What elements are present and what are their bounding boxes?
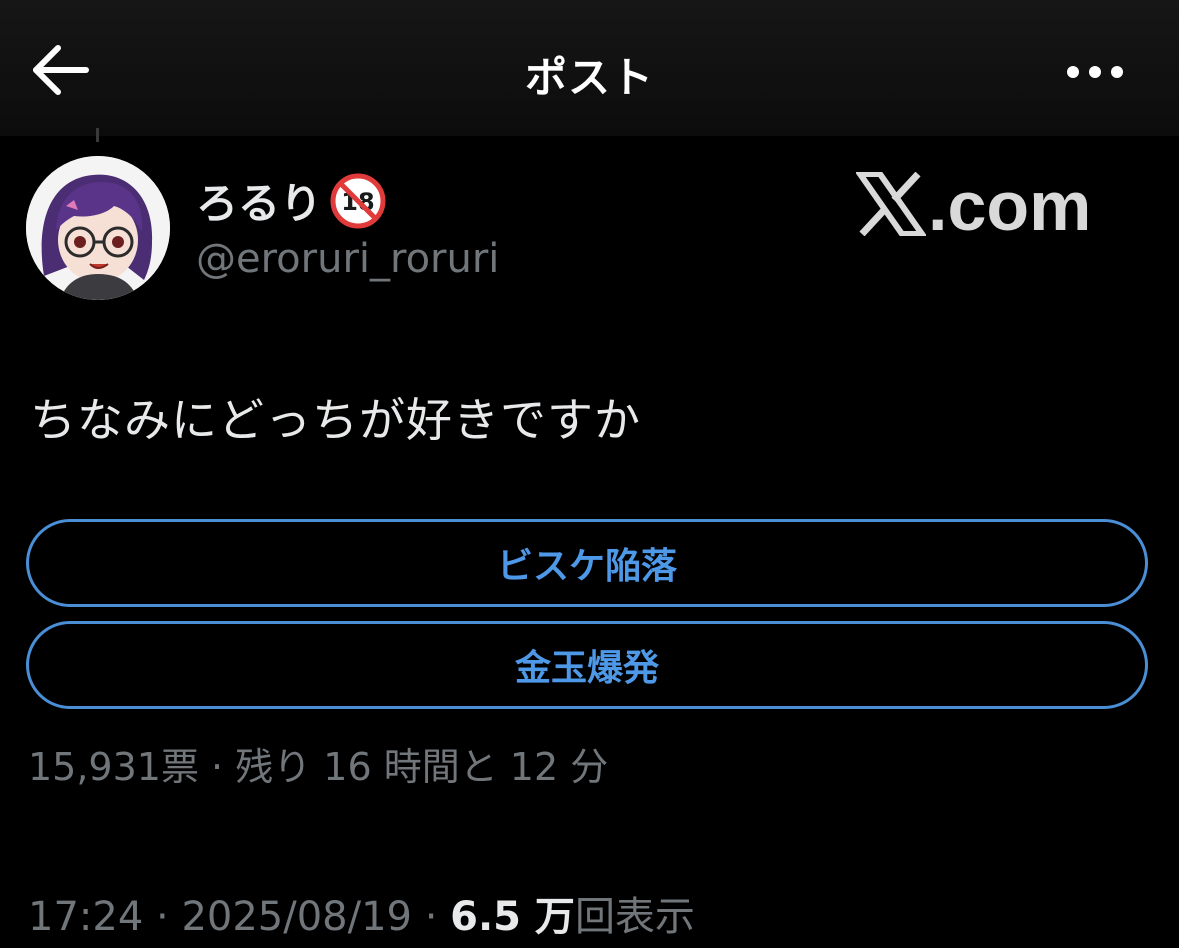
author-handle[interactable]: @eroruri_roruri [196,236,499,282]
thread-connector-line [96,128,99,142]
watermark-text: .com [928,167,1092,245]
poll-option-2[interactable]: 金玉爆発 [26,621,1148,709]
poll-option-label: 金玉爆発 [514,648,659,689]
separator: · [156,894,169,940]
author-display-name[interactable]: ろるり 18 [196,170,386,231]
x-logo-icon [856,172,926,236]
views-label: 回表示 [574,894,695,940]
post-date[interactable]: 2025/08/19 [181,894,412,940]
avatar[interactable] [26,156,170,300]
separator: · [424,894,438,940]
post-text: ちなみにどっちが好きですか [30,393,641,447]
poll-option-label: ビスケ陥落 [496,546,677,587]
poll-status: 15,931票 · 残り 16 時間と 12 分 [28,745,609,789]
poll-option-1[interactable]: ビスケ陥落 [26,519,1148,607]
page-title: ポスト [524,53,654,102]
more-horizontal-icon [1067,66,1123,78]
more-options-button[interactable] [1060,52,1130,92]
post-time[interactable]: 17:24 [28,894,143,940]
no-under-18-icon: 18 [330,173,386,228]
avatar-image [26,156,170,300]
views-count[interactable]: 6.5 万 [450,894,575,940]
watermark: .com [856,166,1091,246]
author-name-text: ろるり [196,179,323,228]
top-nav-bar: ポスト [0,0,1179,136]
post-metadata: 17:24 · 2025/08/19 · 6.5 万回表示 [28,884,695,942]
